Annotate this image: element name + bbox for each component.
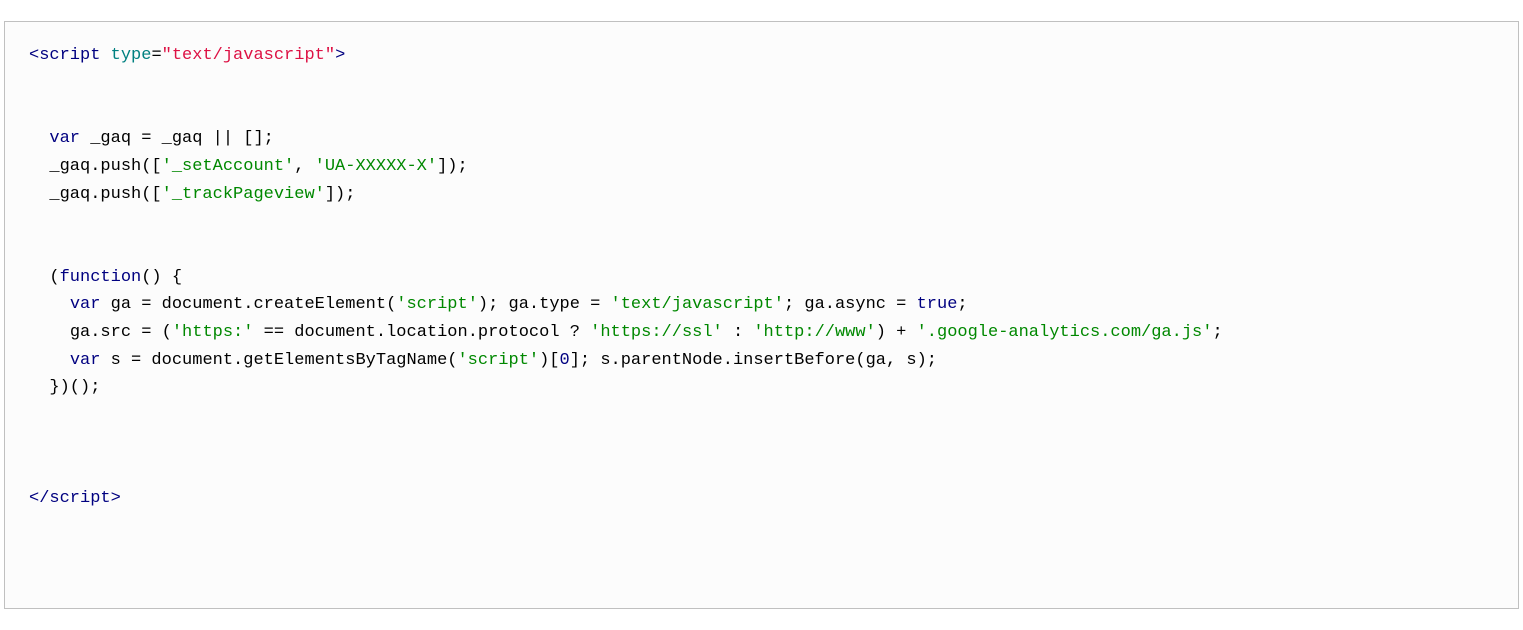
push2-pre: _gaq.push([ — [29, 185, 162, 204]
push1-post: ]); — [437, 157, 468, 176]
close-tag-gt: > — [111, 489, 121, 508]
src-eq: == document.location.protocol ? — [253, 323, 590, 342]
var-kw-3: var — [70, 351, 101, 370]
src-colon: : — [723, 323, 754, 342]
str-ua: 'UA-XXXXX-X' — [315, 157, 437, 176]
str-trackpageview: '_trackPageview' — [162, 185, 325, 204]
src-plus: ) + — [876, 323, 917, 342]
code-block: <script type="text/javascript"> var _gaq… — [4, 21, 1519, 609]
semi-2: ; — [1212, 323, 1222, 342]
eq: = — [151, 46, 161, 65]
ga-decl-post: ga = document.createElement( — [100, 295, 396, 314]
bool-true: true — [917, 295, 958, 314]
push1-pre: _gaq.push([ — [29, 157, 162, 176]
num-zero: 0 — [560, 351, 570, 370]
str-https: 'https:' — [172, 323, 254, 342]
str-gaurl: '.google-analytics.com/ga.js' — [917, 323, 1213, 342]
str-script-2: 'script' — [457, 351, 539, 370]
str-setaccount: '_setAccount' — [162, 157, 295, 176]
iife-head: () { — [141, 268, 182, 287]
gaq-decl: _gaq = _gaq || []; — [80, 129, 274, 148]
push1-mid: , — [294, 157, 314, 176]
iife-open: ( — [29, 268, 60, 287]
attr-type-val: "text/javascript" — [162, 46, 335, 65]
src-pre: ga.src = ( — [29, 323, 172, 342]
open-tag-lt: < — [29, 46, 39, 65]
close-tag-name: script — [49, 489, 110, 508]
str-ssl: 'https://ssl' — [590, 323, 723, 342]
ga-async-pre: ; ga.async = — [784, 295, 917, 314]
function-kw: function — [60, 268, 142, 287]
str-www: 'http://www' — [753, 323, 875, 342]
var-kw-1: var — [49, 129, 80, 148]
ga-type-pre: ); ga.type = — [478, 295, 611, 314]
str-textjs: 'text/javascript' — [611, 295, 784, 314]
iife-close: })(); — [29, 378, 100, 397]
s-idx-pre: )[ — [539, 351, 559, 370]
var-kw-2: var — [70, 295, 101, 314]
attr-type-name: type — [111, 46, 152, 65]
s-decl-post: s = document.getElementsByTagName( — [100, 351, 457, 370]
str-script-1: 'script' — [396, 295, 478, 314]
push2-post: ]); — [325, 185, 356, 204]
s-idx-post: ]; s.parentNode.insertBefore(ga, s); — [570, 351, 937, 370]
close-tag-lt: </ — [29, 489, 49, 508]
open-tag-name: script — [39, 46, 100, 65]
open-tag-gt: > — [335, 46, 345, 65]
semi-1: ; — [957, 295, 967, 314]
